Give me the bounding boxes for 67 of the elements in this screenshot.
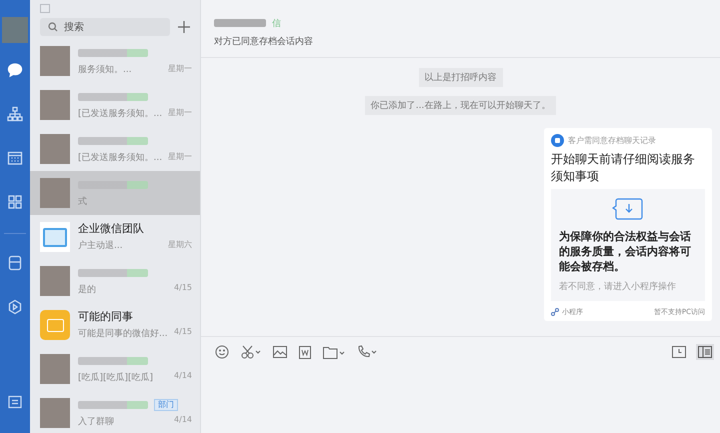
team-logo-icon [40, 222, 70, 252]
message-time: 4/15 [174, 327, 192, 338]
message-time: 4/14 [174, 415, 192, 426]
message-preview: [已发送服务须知。... [78, 108, 162, 120]
contact-name: 可能的同事 [78, 309, 133, 324]
message-preview: [吃瓜][吃瓜][吃瓜] [78, 372, 154, 384]
blurred-name [78, 180, 148, 188]
search-icon [48, 22, 58, 32]
photo-placeholder [40, 354, 70, 384]
card-body: 为保障你的合法权益与会话的服务质量，会话内容将可能会被存档。 [559, 229, 692, 274]
blurred-name [214, 19, 266, 27]
download-bubble-icon [612, 197, 644, 221]
contact-name: 企业微信团队 [78, 221, 144, 236]
message-time: 星期一 [168, 63, 192, 75]
card-source: 客户需同意存档聊天记录 [568, 135, 656, 146]
blurred-name [78, 356, 148, 364]
message-preview: 可能是同事的微信好... [78, 328, 168, 340]
avatar-placeholder [2, 17, 28, 43]
conversation-item[interactable]: [已发送服务须知。... 星期一 [30, 127, 200, 171]
message-preview: 入了群聊 [78, 416, 114, 428]
sidebar-panel-icon[interactable] [696, 344, 714, 360]
blurred-name [78, 268, 148, 276]
photo-placeholder [40, 90, 70, 120]
message-preview: 服务须知。... [78, 64, 132, 76]
search-field[interactable]: 搜索 [40, 18, 170, 36]
conversation-item[interactable]: 是的 4/15 [30, 259, 200, 303]
photo-placeholder [40, 398, 70, 428]
conversation-item[interactable]: [已发送服务须知。... 星期一 [30, 83, 200, 127]
document-icon[interactable] [297, 344, 313, 360]
link-icon [551, 308, 559, 316]
conversation-item[interactable]: 企业微信团队 户主动退... 星期六 [30, 215, 200, 259]
emoji-icon[interactable] [213, 343, 231, 361]
message-time: 4/14 [174, 371, 192, 382]
message-time: 星期六 [168, 239, 192, 251]
photo-placeholder [40, 266, 70, 296]
image-icon[interactable] [271, 344, 289, 360]
message-time: 星期一 [168, 107, 192, 119]
message-preview: 是的 [78, 284, 96, 296]
message-time: 4/15 [174, 283, 192, 294]
card-title: 开始聊天前请仔细阅读服务须知事项 [551, 151, 696, 185]
system-notice: 以上是打招呼内容 [418, 68, 502, 87]
message-preview: [已发送服务须知。... [78, 152, 162, 164]
add-icon[interactable] [176, 19, 192, 35]
history-icon[interactable] [670, 344, 688, 360]
archive-status: 对方已同意存档会话内容 [214, 36, 314, 48]
conversation-item[interactable]: 服务须知。... 星期一 [30, 39, 200, 83]
conversation-item[interactable]: [吃瓜][吃瓜][吃瓜] 4/14 [30, 347, 200, 391]
photo-placeholder [40, 134, 70, 164]
card-note: 若不同意，请进入小程序操作 [559, 280, 677, 293]
scissors-icon[interactable] [239, 343, 263, 361]
message-time: 星期一 [168, 151, 192, 163]
conversation-item[interactable]: 式 [30, 171, 200, 215]
department-tag: 部门 [154, 398, 178, 410]
message-preview: 户主动退... [78, 240, 123, 252]
blurred-name [78, 92, 148, 100]
message-preview: 式 [78, 196, 87, 208]
blurred-name [78, 48, 148, 56]
colleague-logo-icon [40, 310, 70, 340]
photo-placeholder [40, 178, 70, 208]
system-notice: 你已添加了...在路上，现在可以开始聊天了。 [364, 96, 556, 115]
conversation-item[interactable]: 可能的同事 可能是同事的微信好... 4/15 [30, 303, 200, 347]
mini-program-icon [551, 134, 564, 147]
blurred-name [78, 400, 148, 408]
contact-source: 信 [272, 18, 281, 30]
conversation-item[interactable]: 部门 入了群聊 4/14 [30, 391, 200, 433]
photo-placeholder [40, 46, 70, 76]
blurred-name [78, 136, 148, 144]
